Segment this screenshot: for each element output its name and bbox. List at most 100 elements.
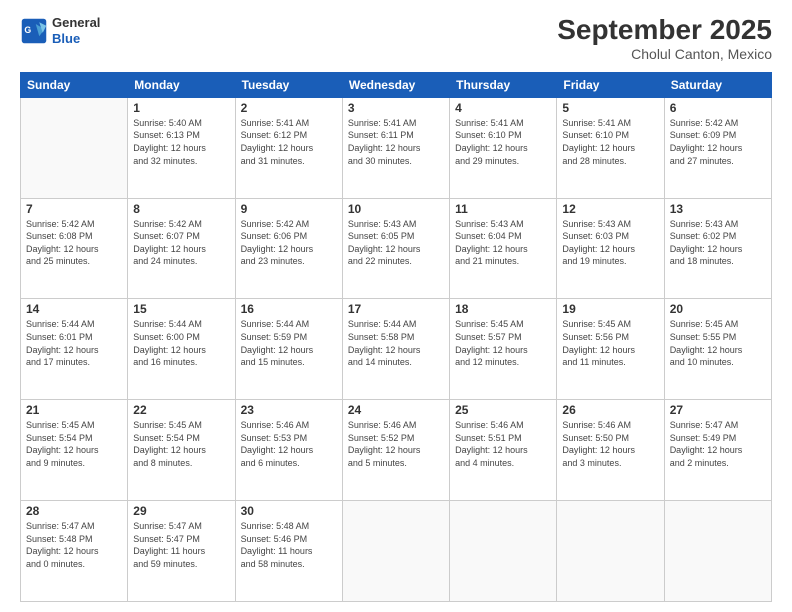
table-row: 9 Sunrise: 5:42 AM Sunset: 6:06 PM Daylig…	[235, 198, 342, 299]
table-row: 3 Sunrise: 5:41 AM Sunset: 6:11 PM Daylig…	[342, 97, 449, 198]
table-row	[664, 501, 771, 602]
day-number: 4	[455, 101, 551, 115]
day-number: 21	[26, 403, 122, 417]
day-number: 2	[241, 101, 337, 115]
table-row: 17Sunrise: 5:44 AM Sunset: 5:58 PM Dayli…	[342, 299, 449, 400]
day-info: Sunrise: 5:43 AM Sunset: 6:02 PM Dayligh…	[670, 218, 766, 268]
day-number: 5	[562, 101, 658, 115]
col-sunday: Sunday	[21, 72, 128, 97]
table-row: 14 Sunrise: 5:44 AM Sunset: 6:01 PM Dayli…	[21, 299, 128, 400]
day-number: 22	[133, 403, 229, 417]
table-row: 21Sunrise: 5:45 AM Sunset: 5:54 PM Dayli…	[21, 400, 128, 501]
day-info: Sunrise: 5:41 AM Sunset: 6:11 PM Dayligh…	[348, 117, 444, 167]
day-number: 26	[562, 403, 658, 417]
day-number: 16	[241, 302, 337, 316]
calendar-header-row: Sunday Monday Tuesday Wednesday Thursday…	[21, 72, 772, 97]
day-info: Sunrise: 5:48 AM Sunset: 5:46 PM Dayligh…	[241, 520, 337, 570]
logo-icon: G	[20, 17, 48, 45]
day-info: Sunrise: 5:44 AM Sunset: 6:00 PM Dayligh…	[133, 318, 229, 368]
day-info: Sunrise: 5:43 AM Sunset: 6:05 PM Dayligh…	[348, 218, 444, 268]
table-row: 23 Sunrise: 5:46 AM Sunset: 5:53 PM Dayli…	[235, 400, 342, 501]
table-row: 12Sunrise: 5:43 AM Sunset: 6:03 PM Dayli…	[557, 198, 664, 299]
title-block: September 2025 Cholul Canton, Mexico	[557, 15, 772, 62]
day-info: Sunrise: 5:46 AM Sunset: 5:52 PM Dayligh…	[348, 419, 444, 469]
day-info: Sunrise: 5:42 AM Sunset: 6:08 PM Dayligh…	[26, 218, 122, 268]
table-row	[557, 501, 664, 602]
day-info: Sunrise: 5:46 AM Sunset: 5:51 PM Dayligh…	[455, 419, 551, 469]
day-info: Sunrise: 5:45 AM Sunset: 5:57 PM Dayligh…	[455, 318, 551, 368]
day-info: Sunrise: 5:41 AM Sunset: 6:10 PM Dayligh…	[562, 117, 658, 167]
table-row: 26 Sunrise: 5:46 AM Sunset: 5:50 PM Dayli…	[557, 400, 664, 501]
day-number: 7	[26, 202, 122, 216]
col-monday: Monday	[128, 72, 235, 97]
table-row: 27 Sunrise: 5:47 AM Sunset: 5:49 PM Dayli…	[664, 400, 771, 501]
col-tuesday: Tuesday	[235, 72, 342, 97]
day-number: 14	[26, 302, 122, 316]
table-row: 28 Sunrise: 5:47 AM Sunset: 5:48 PM Dayli…	[21, 501, 128, 602]
day-number: 13	[670, 202, 766, 216]
day-info: Sunrise: 5:45 AM Sunset: 5:54 PM Dayligh…	[133, 419, 229, 469]
day-info: Sunrise: 5:42 AM Sunset: 6:07 PM Dayligh…	[133, 218, 229, 268]
day-number: 15	[133, 302, 229, 316]
day-info: Sunrise: 5:43 AM Sunset: 6:03 PM Dayligh…	[562, 218, 658, 268]
day-number: 8	[133, 202, 229, 216]
table-row: 20Sunrise: 5:45 AM Sunset: 5:55 PM Dayli…	[664, 299, 771, 400]
day-info: Sunrise: 5:42 AM Sunset: 6:09 PM Dayligh…	[670, 117, 766, 167]
table-row: 8 Sunrise: 5:42 AM Sunset: 6:07 PM Daylig…	[128, 198, 235, 299]
day-number: 27	[670, 403, 766, 417]
col-saturday: Saturday	[664, 72, 771, 97]
day-info: Sunrise: 5:41 AM Sunset: 6:10 PM Dayligh…	[455, 117, 551, 167]
table-row: 30 Sunrise: 5:48 AM Sunset: 5:46 PM Dayli…	[235, 501, 342, 602]
col-wednesday: Wednesday	[342, 72, 449, 97]
day-number: 11	[455, 202, 551, 216]
day-number: 25	[455, 403, 551, 417]
calendar-week-row: 14 Sunrise: 5:44 AM Sunset: 6:01 PM Dayli…	[21, 299, 772, 400]
table-row: 10 Sunrise: 5:43 AM Sunset: 6:05 PM Dayli…	[342, 198, 449, 299]
day-number: 28	[26, 504, 122, 518]
col-thursday: Thursday	[450, 72, 557, 97]
table-row: 29 Sunrise: 5:47 AM Sunset: 5:47 PM Dayli…	[128, 501, 235, 602]
day-info: Sunrise: 5:43 AM Sunset: 6:04 PM Dayligh…	[455, 218, 551, 268]
day-info: Sunrise: 5:47 AM Sunset: 5:49 PM Dayligh…	[670, 419, 766, 469]
day-info: Sunrise: 5:42 AM Sunset: 6:06 PM Dayligh…	[241, 218, 337, 268]
day-info: Sunrise: 5:46 AM Sunset: 5:50 PM Dayligh…	[562, 419, 658, 469]
page-header: G General Blue September 2025 Cholul Can…	[20, 15, 772, 62]
table-row: 25 Sunrise: 5:46 AM Sunset: 5:51 PM Dayli…	[450, 400, 557, 501]
calendar-table: Sunday Monday Tuesday Wednesday Thursday…	[20, 72, 772, 602]
day-number: 6	[670, 101, 766, 115]
table-row: 18Sunrise: 5:45 AM Sunset: 5:57 PM Dayli…	[450, 299, 557, 400]
calendar-week-row: 1Sunrise: 5:40 AM Sunset: 6:13 PM Daylig…	[21, 97, 772, 198]
day-info: Sunrise: 5:46 AM Sunset: 5:53 PM Dayligh…	[241, 419, 337, 469]
col-friday: Friday	[557, 72, 664, 97]
table-row: 4 Sunrise: 5:41 AM Sunset: 6:10 PM Daylig…	[450, 97, 557, 198]
day-info: Sunrise: 5:47 AM Sunset: 5:47 PM Dayligh…	[133, 520, 229, 570]
day-info: Sunrise: 5:44 AM Sunset: 6:01 PM Dayligh…	[26, 318, 122, 368]
table-row: 24Sunrise: 5:46 AM Sunset: 5:52 PM Dayli…	[342, 400, 449, 501]
table-row: 5 Sunrise: 5:41 AM Sunset: 6:10 PM Daylig…	[557, 97, 664, 198]
day-number: 17	[348, 302, 444, 316]
table-row: 13 Sunrise: 5:43 AM Sunset: 6:02 PM Dayli…	[664, 198, 771, 299]
day-number: 1	[133, 101, 229, 115]
day-info: Sunrise: 5:45 AM Sunset: 5:55 PM Dayligh…	[670, 318, 766, 368]
day-number: 29	[133, 504, 229, 518]
table-row	[342, 501, 449, 602]
day-number: 23	[241, 403, 337, 417]
day-number: 3	[348, 101, 444, 115]
table-row: 15 Sunrise: 5:44 AM Sunset: 6:00 PM Dayli…	[128, 299, 235, 400]
day-number: 9	[241, 202, 337, 216]
table-row	[21, 97, 128, 198]
table-row: 19Sunrise: 5:45 AM Sunset: 5:56 PM Dayli…	[557, 299, 664, 400]
table-row: 7 Sunrise: 5:42 AM Sunset: 6:08 PM Daylig…	[21, 198, 128, 299]
day-info: Sunrise: 5:44 AM Sunset: 5:59 PM Dayligh…	[241, 318, 337, 368]
calendar-week-row: 21 Sunrise: 5:45 AM Sunset: 5:54 PM Dayli…	[21, 400, 772, 501]
day-info: Sunrise: 5:47 AM Sunset: 5:48 PM Dayligh…	[26, 520, 122, 570]
day-info: Sunrise: 5:45 AM Sunset: 5:56 PM Dayligh…	[562, 318, 658, 368]
table-row: 11 Sunrise: 5:43 AM Sunset: 6:04 PM Dayli…	[450, 198, 557, 299]
table-row: 6 Sunrise: 5:42 AM Sunset: 6:09 PM Daylig…	[664, 97, 771, 198]
day-number: 10	[348, 202, 444, 216]
svg-text:G: G	[24, 24, 31, 34]
calendar-week-row: 7 Sunrise: 5:42 AM Sunset: 6:08 PM Daylig…	[21, 198, 772, 299]
table-row: 16 Sunrise: 5:44 AM Sunset: 5:59 PM Dayli…	[235, 299, 342, 400]
day-number: 30	[241, 504, 337, 518]
logo-text-general: General	[52, 15, 100, 31]
